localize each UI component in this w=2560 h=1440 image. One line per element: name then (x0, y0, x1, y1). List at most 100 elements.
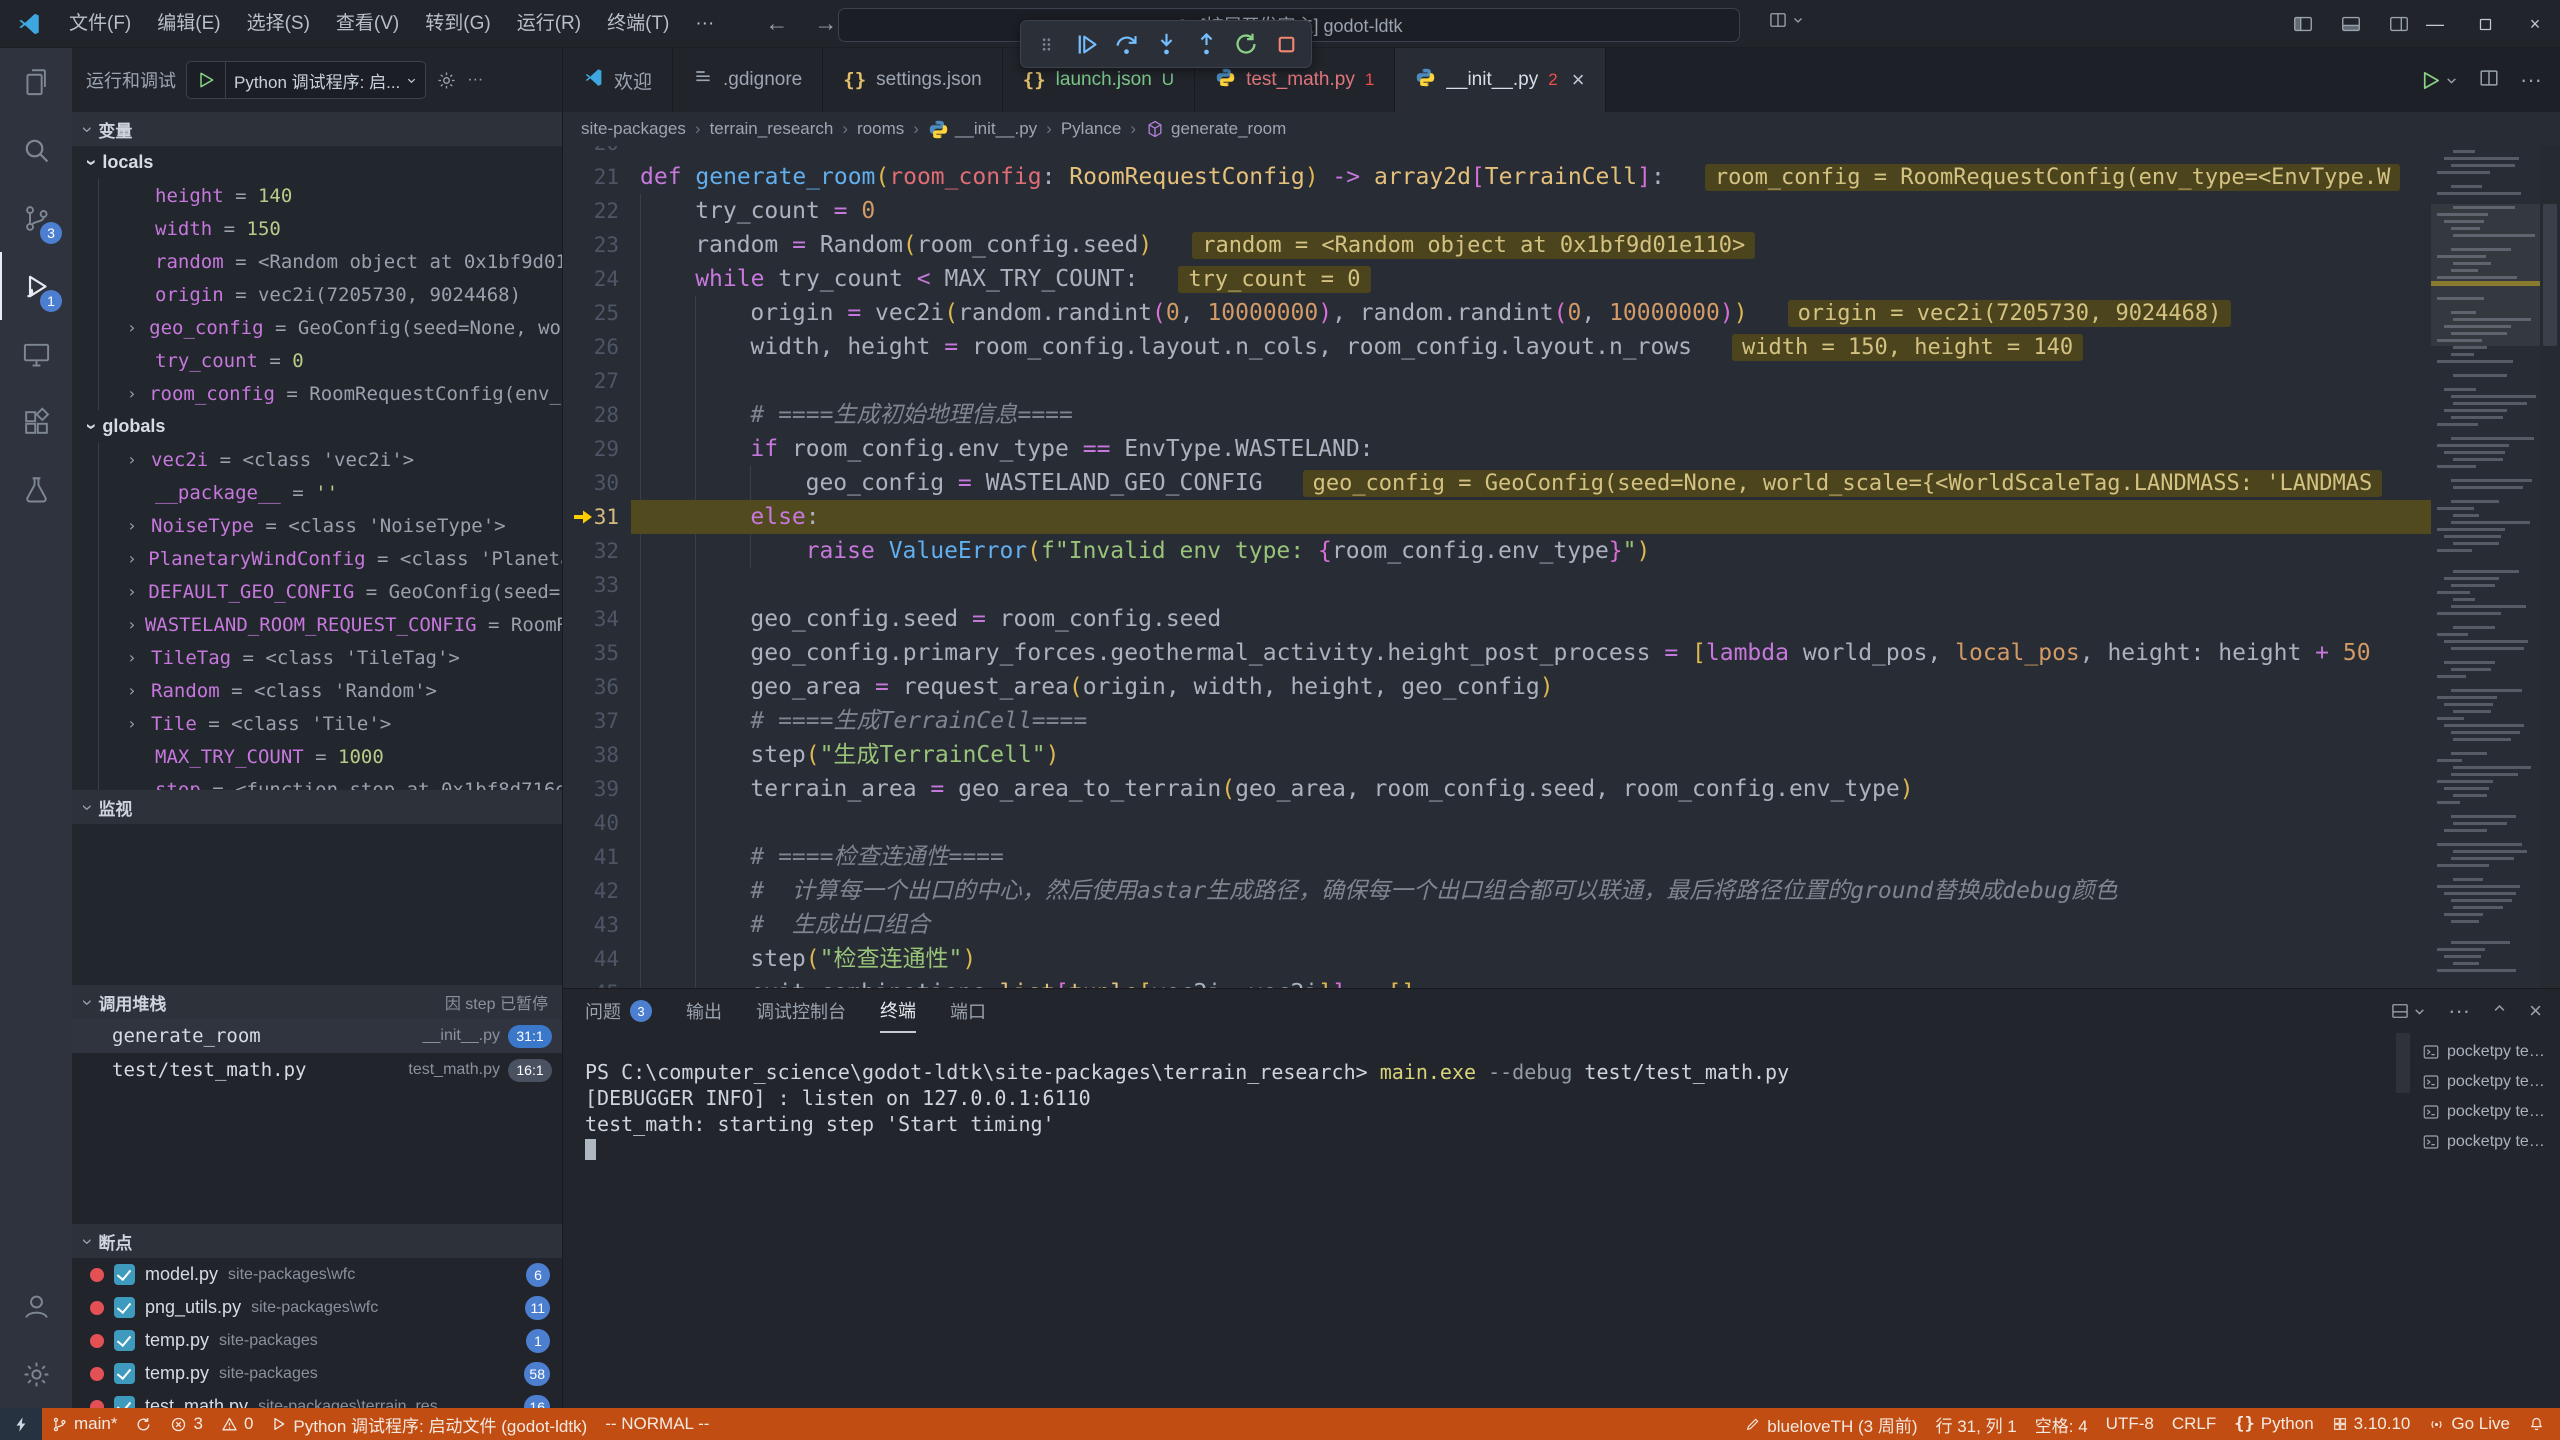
line-number[interactable]: 24 (563, 262, 619, 296)
menu-item-2[interactable]: 选择(S) (234, 0, 323, 48)
variable-row[interactable]: height = 140 (99, 179, 562, 212)
stop-button[interactable] (1269, 26, 1303, 62)
step-into-button[interactable] (1149, 26, 1183, 62)
breakpoint-checkbox[interactable] (114, 1396, 135, 1408)
close-window-button[interactable]: × (2510, 0, 2560, 48)
run-python-file-button[interactable] (2419, 69, 2458, 92)
variable-row[interactable]: ›vec2i = <class 'vec2i'> (99, 443, 562, 476)
terminal-session-item[interactable]: pocketpy te… (2412, 1037, 2560, 1067)
tab-__init__py[interactable]: __init__.py2× (1395, 48, 1605, 112)
stack-frame[interactable]: test/test_math.pytest_math.py16:1 (72, 1053, 562, 1087)
code-line-20[interactable]: 20 (563, 146, 2431, 160)
split-editor-icon[interactable] (2478, 67, 2500, 94)
code-line-38[interactable]: 38step("生成TerrainCell") (563, 738, 2431, 772)
status-item-sync[interactable] (126, 1408, 161, 1440)
line-number[interactable]: 26 (563, 330, 619, 364)
minimap-slider[interactable] (2431, 204, 2540, 346)
line-number[interactable]: 37 (563, 704, 619, 738)
status-item-grid[interactable]: 3.10.10 (2323, 1408, 2420, 1440)
variable-row[interactable]: ›Tile = <class 'Tile'> (99, 707, 562, 740)
toggle-panel-icon[interactable] (2340, 13, 2362, 35)
line-number[interactable]: 36 (563, 670, 619, 704)
status-item-text5[interactable]: -- NORMAL -- (596, 1408, 718, 1440)
customize-layout-icon[interactable] (2388, 13, 2410, 35)
code-line-45[interactable]: 45exit_combinations:list[tuple[vec2i, ve… (563, 976, 2431, 988)
line-number[interactable]: 32 (563, 534, 619, 568)
more-actions-icon[interactable]: ··· (2520, 67, 2542, 93)
menu-item-0[interactable]: 文件(F) (56, 0, 144, 48)
line-number[interactable]: 20 (563, 146, 619, 160)
variable-row[interactable]: ›PlanetaryWindConfig = <class 'Planeta… (99, 542, 562, 575)
code-line-30[interactable]: 30geo_config = WASTELAND_GEO_CONFIGgeo_c… (563, 466, 2431, 500)
terminal-scrollbar[interactable] (2396, 1033, 2410, 1093)
line-number[interactable]: 44 (563, 942, 619, 976)
variable-row[interactable]: random = <Random object at 0x1bf9d01e… (99, 245, 562, 278)
status-item-braces[interactable]: {}Python (2225, 1408, 2322, 1440)
variable-row[interactable]: ›room_config = RoomRequestConfig(env_t… (99, 377, 562, 410)
debug-settings-gear-icon[interactable] (436, 70, 457, 91)
breadcrumb-item[interactable]: generate_room (1145, 119, 1286, 139)
code-line-36[interactable]: 36geo_area = request_area(origin, width,… (563, 670, 2431, 704)
panel-tab-调试控制台[interactable]: 调试控制台 (756, 989, 846, 1033)
code-line-25[interactable]: 25origin = vec2i(random.randint(0, 10000… (563, 296, 2431, 330)
breakpoint-checkbox[interactable] (114, 1264, 135, 1285)
chevron-right-icon[interactable]: › (127, 516, 151, 535)
minimize-button[interactable]: — (2410, 0, 2460, 48)
code-line-41[interactable]: 41# ====检查连通性==== (563, 840, 2431, 874)
menu-item-4[interactable]: 转到(G) (412, 0, 503, 48)
breakpoint-row[interactable]: temp.pysite-packages1 (72, 1324, 562, 1357)
terminal-session-item[interactable]: pocketpy te… (2412, 1067, 2560, 1097)
minimap[interactable] (2431, 146, 2540, 988)
scope-globals[interactable]: ›globals (72, 410, 562, 443)
menu-item-1[interactable]: 编辑(E) (144, 0, 233, 48)
breakpoint-row[interactable]: model.pysite-packages\wfc6 (72, 1258, 562, 1291)
activity-remote-explorer-icon[interactable] (0, 320, 72, 388)
breakpoints-section-header[interactable]: › 断点 (72, 1224, 562, 1258)
variable-row[interactable]: origin = vec2i(7205730, 9024468) (99, 278, 562, 311)
code-line-32[interactable]: 32raise ValueError(f"Invalid env type: {… (563, 534, 2431, 568)
code-line-22[interactable]: 22try_count = 0 (563, 194, 2431, 228)
close-panel-icon[interactable]: × (2529, 998, 2542, 1024)
remote-indicator[interactable] (0, 1408, 42, 1440)
forward-arrow-icon[interactable]: → (814, 10, 837, 37)
scope-locals[interactable]: ›locals (72, 146, 562, 179)
activity-accounts-icon[interactable] (0, 1272, 72, 1340)
status-item-text1[interactable]: 行 31, 列 1 (1927, 1408, 2026, 1440)
menu-item-7[interactable]: ··· (682, 0, 727, 48)
activity-extensions-icon[interactable] (0, 388, 72, 456)
code-editor[interactable]: 2021def generate_room(room_config: RoomR… (563, 146, 2560, 988)
tab-gdignore[interactable]: .gdignore (673, 48, 823, 112)
variable-row[interactable]: ›geo_config = GeoConfig(seed=None, wor… (99, 311, 562, 344)
line-number[interactable]: 34 (563, 602, 619, 636)
menu-item-6[interactable]: 终端(T) (594, 0, 682, 48)
variable-row[interactable]: ›DEFAULT_GEO_CONFIG = GeoConfig(seed=1… (99, 575, 562, 608)
watch-section-header[interactable]: › 监视 (72, 790, 562, 824)
start-debug-button[interactable] (187, 62, 226, 98)
breadcrumb-item[interactable]: rooms (857, 119, 904, 139)
code-line-24[interactable]: 24while try_count < MAX_TRY_COUNT:try_co… (563, 262, 2431, 296)
chevron-right-icon[interactable]: › (127, 318, 149, 337)
chevron-right-icon[interactable]: › (127, 714, 151, 733)
chevron-right-icon[interactable]: › (127, 681, 151, 700)
variable-row[interactable]: ›WASTELAND_ROOM_REQUEST_CONFIG = RoomR… (99, 608, 562, 641)
variable-row[interactable]: MAX_TRY_COUNT = 1000 (99, 740, 562, 773)
line-number[interactable]: 33 (563, 568, 619, 602)
chevron-right-icon[interactable]: › (127, 582, 148, 601)
status-item-text3[interactable]: UTF-8 (2097, 1408, 2163, 1440)
code-line-31[interactable]: 31else: (563, 500, 2431, 534)
maximize-panel-icon[interactable] (2492, 1001, 2507, 1021)
line-number[interactable]: 43 (563, 908, 619, 942)
breakpoint-row[interactable]: png_utils.pysite-packages\wfc11 (72, 1291, 562, 1324)
status-item-warn[interactable]: 0 (212, 1408, 262, 1440)
layout-dropdown[interactable] (1768, 10, 1804, 30)
line-number[interactable]: 21 (563, 160, 619, 194)
status-item-pen[interactable]: blueloveTH (3 周前) (1736, 1408, 1926, 1440)
status-item-bell[interactable] (2519, 1408, 2554, 1440)
code-line-40[interactable]: 40 (563, 806, 2431, 840)
status-item-debug[interactable]: Python 调试程序: 启动文件 (godot-ldtk) (262, 1408, 596, 1440)
back-arrow-icon[interactable]: ← (765, 10, 788, 37)
breadcrumb-item[interactable]: site-packages (581, 119, 686, 139)
maximize-button[interactable] (2460, 0, 2510, 48)
variable-row[interactable]: stop = <function stop at 0x1bf8d716d… (99, 773, 562, 790)
debug-config-select[interactable]: Python 调试程序: 启... (226, 68, 425, 93)
